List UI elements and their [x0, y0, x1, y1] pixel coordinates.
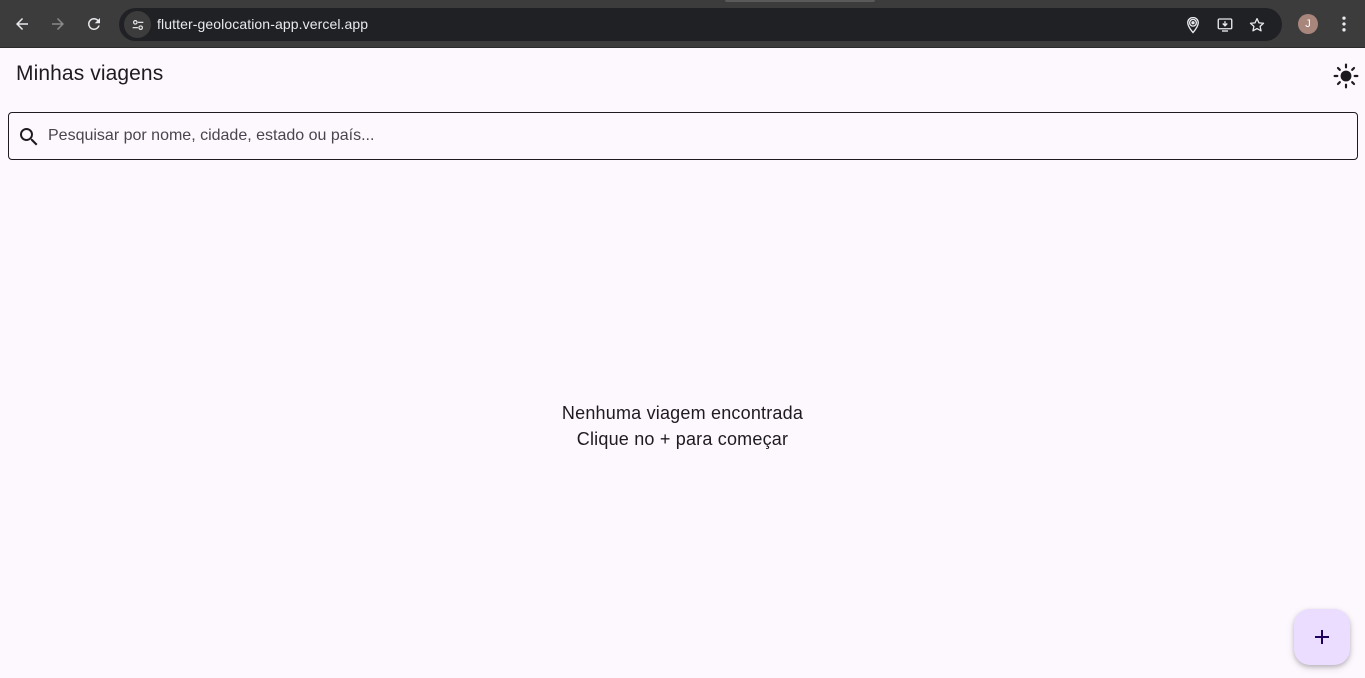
more-vertical-icon	[1342, 16, 1346, 32]
page-title: Minhas viagens	[16, 62, 164, 85]
url-text[interactable]: flutter-geolocation-app.vercel.app	[157, 16, 368, 32]
plus-icon	[1315, 630, 1329, 644]
arrow-right-icon	[52, 18, 64, 30]
install-app-button[interactable]	[1214, 14, 1236, 36]
location-permission-button[interactable]	[1182, 14, 1204, 36]
location-pin-icon	[1187, 16, 1199, 34]
install-app-icon	[1217, 18, 1233, 32]
forward-button[interactable]	[44, 10, 72, 38]
arrow-left-icon	[16, 18, 28, 30]
theme-toggle-button[interactable]	[1330, 60, 1362, 92]
empty-state-hint: Clique no + para começar	[576, 429, 789, 449]
empty-state: Nenhuma viagem encontrada Clique no + pa…	[0, 400, 1365, 452]
address-bar[interactable]: flutter-geolocation-app.vercel.app	[119, 8, 1282, 41]
sun-icon	[1333, 63, 1359, 89]
reload-button[interactable]	[80, 10, 108, 38]
search-field[interactable]	[8, 112, 1358, 160]
site-info-button[interactable]	[124, 11, 151, 38]
add-trip-button[interactable]	[1294, 609, 1350, 665]
reload-icon	[87, 17, 100, 30]
star-icon	[1249, 17, 1265, 32]
back-button[interactable]	[8, 10, 36, 38]
tune-icon	[132, 19, 143, 30]
browser-menu-button[interactable]	[1334, 12, 1354, 36]
empty-state-title: Nenhuma viagem encontrada	[561, 403, 804, 423]
search-icon	[17, 125, 41, 149]
browser-toolbar: flutter-geolocation-app.vercel.app J	[0, 0, 1365, 48]
search-input[interactable]	[48, 122, 1338, 150]
tab-strip-edge	[725, 0, 875, 2]
profile-avatar[interactable]: J	[1298, 14, 1318, 34]
bookmark-button[interactable]	[1246, 14, 1268, 36]
